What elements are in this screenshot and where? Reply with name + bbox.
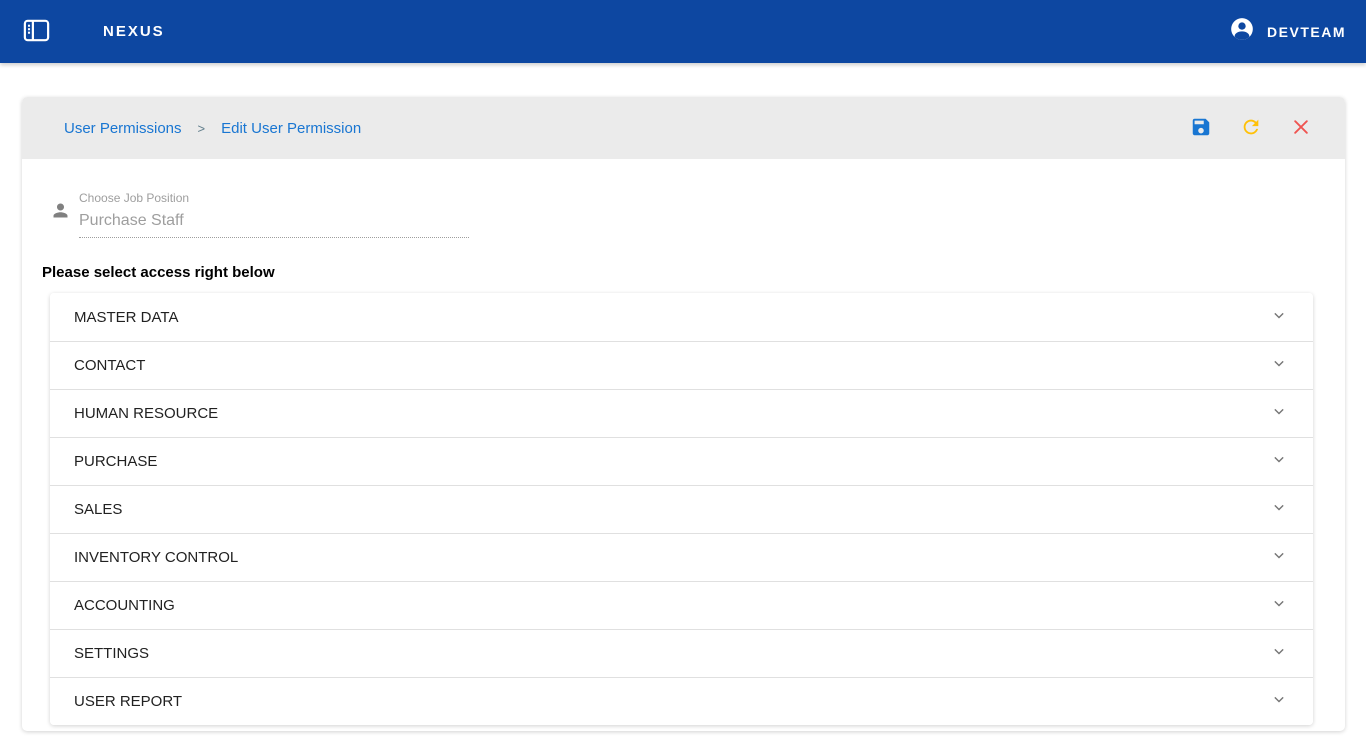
save-button[interactable] (1189, 116, 1213, 140)
panel-label: PURCHASE (74, 453, 1269, 470)
accordion-panel-accounting[interactable]: ACCOUNTING (50, 581, 1313, 629)
card-body: Choose Job Position Purchase Staff Pleas… (22, 159, 1345, 731)
save-floppy-icon (1190, 116, 1212, 141)
panel-label: HUMAN RESOURCE (74, 405, 1269, 422)
chevron-down-icon (1269, 305, 1289, 330)
card-toolbar (1189, 116, 1325, 140)
accordion-panel-purchase[interactable]: PURCHASE (50, 437, 1313, 485)
access-rights-accordion: MASTER DATA CONTACT HUMAN RESOURCE PURCH… (50, 293, 1313, 725)
accordion-panel-master-data[interactable]: MASTER DATA (50, 293, 1313, 341)
breadcrumb: User Permissions > Edit User Permission (64, 120, 361, 137)
accordion-panel-user-report[interactable]: USER REPORT (50, 677, 1313, 725)
chevron-down-icon (1269, 593, 1289, 618)
panel-label: USER REPORT (74, 693, 1269, 710)
refresh-button[interactable] (1239, 116, 1263, 140)
account-circle-icon (1229, 16, 1255, 47)
chevron-down-icon (1269, 401, 1289, 426)
panel-label: INVENTORY CONTROL (74, 549, 1269, 566)
job-position-value: Purchase Staff (79, 212, 469, 230)
chevron-down-icon (1269, 641, 1289, 666)
breadcrumb-edit-user-permission-link[interactable]: Edit User Permission (221, 120, 361, 137)
sidebar-toggle-icon (21, 15, 52, 49)
accordion-panel-settings[interactable]: SETTINGS (50, 629, 1313, 677)
access-rights-heading: Please select access right below (42, 264, 1313, 281)
breadcrumb-separator: > (198, 121, 206, 136)
chevron-down-icon (1269, 449, 1289, 474)
close-x-icon (1291, 117, 1311, 140)
app-bar: NEXUS DEVTEAM (0, 0, 1366, 63)
chevron-down-icon (1269, 545, 1289, 570)
breadcrumb-user-permissions-link[interactable]: User Permissions (64, 120, 182, 137)
chevron-down-icon (1269, 353, 1289, 378)
job-position-label: Choose Job Position (79, 191, 469, 205)
card-header: User Permissions > Edit User Permission (22, 97, 1345, 159)
panel-label: SALES (74, 501, 1269, 518)
app-title: NEXUS (103, 23, 165, 40)
accordion-panel-human-resource[interactable]: HUMAN RESOURCE (50, 389, 1313, 437)
panel-label: SETTINGS (74, 645, 1269, 662)
panel-label: ACCOUNTING (74, 597, 1269, 614)
refresh-icon (1240, 116, 1262, 141)
accordion-panel-inventory-control[interactable]: INVENTORY CONTROL (50, 533, 1313, 581)
panel-label: MASTER DATA (74, 309, 1269, 326)
job-position-select[interactable]: Choose Job Position Purchase Staff (50, 191, 1313, 238)
accordion-panel-sales[interactable]: SALES (50, 485, 1313, 533)
panel-label: CONTACT (74, 357, 1269, 374)
person-icon (50, 200, 71, 238)
edit-permission-card: User Permissions > Edit User Permission (22, 97, 1345, 731)
user-name: DEVTEAM (1267, 24, 1346, 40)
user-menu[interactable]: DEVTEAM (1229, 16, 1346, 47)
chevron-down-icon (1269, 497, 1289, 522)
sidebar-toggle-button[interactable] (16, 12, 56, 52)
accordion-panel-contact[interactable]: CONTACT (50, 341, 1313, 389)
close-button[interactable] (1289, 116, 1313, 140)
chevron-down-icon (1269, 689, 1289, 714)
